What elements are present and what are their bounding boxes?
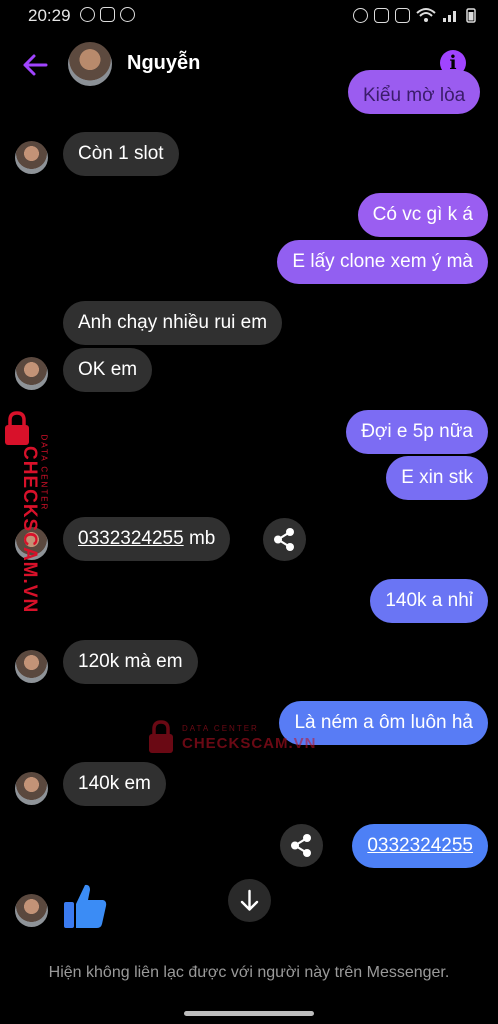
message-in[interactable]: 0332324255 mb [63, 517, 231, 561]
thumbs-up-icon[interactable] [62, 882, 108, 930]
sender-avatar [15, 650, 48, 683]
watermark-center: DATA CENTER CHECKSCAM.VN [148, 720, 318, 756]
share-button[interactable] [280, 824, 323, 867]
sender-avatar [15, 357, 48, 390]
message-in[interactable]: 120k mà em [63, 640, 198, 684]
wifi-icon [416, 8, 436, 22]
mute-icon [374, 7, 389, 23]
alarm-icon [353, 7, 368, 23]
message-out[interactable]: Kiểu mờ lòa [348, 70, 481, 114]
scroll-to-bottom-button[interactable] [228, 879, 271, 922]
sender-avatar [15, 894, 48, 927]
share-button[interactable] [263, 518, 306, 561]
message-out[interactable]: Đợi e 5p nữa [346, 410, 488, 454]
unavailable-notice: Hiện không liên lạc được với người này t… [48, 964, 450, 981]
messenger-notification-icon [120, 7, 135, 22]
status-bar: 20:29 [0, 0, 498, 32]
message-out[interactable]: Có vc gì k á [357, 193, 488, 237]
watermark-sub: DATA CENTER [39, 434, 49, 512]
phone-link[interactable]: 0332324255 [367, 835, 473, 856]
share-icon [274, 528, 294, 551]
battery-icon [466, 8, 476, 23]
notification-icons [80, 7, 135, 22]
watermark-brand: CHECKSCAM.VN [182, 735, 317, 752]
status-time: 20:29 [28, 6, 71, 25]
battery-saver-icon [395, 7, 410, 23]
share-icon [291, 834, 311, 857]
arrow-down-icon [240, 889, 259, 911]
contact-avatar[interactable] [68, 42, 112, 86]
watermark-brand: CHECKSCAM.VN [19, 446, 40, 614]
sender-avatar [15, 141, 48, 174]
message-in[interactable]: Anh chạy nhiều rui em [63, 301, 283, 345]
signal-icon [443, 11, 456, 22]
message-in[interactable]: OK em [63, 348, 153, 392]
home-indicator[interactable] [184, 1011, 314, 1016]
system-icons [353, 7, 476, 23]
message-in[interactable]: 140k em [63, 762, 166, 806]
message-out[interactable]: 140k a nhỉ [370, 579, 488, 623]
watermark-vertical: DATA CENTER CHECKSCAM.VN [4, 410, 56, 620]
message-out[interactable]: 0332324255 [352, 824, 488, 868]
message-out[interactable]: E xin stk [386, 456, 488, 500]
sender-avatar [15, 772, 48, 805]
watermark-sub: DATA CENTER [182, 724, 259, 733]
youtube-notification-icon [100, 7, 115, 22]
message-out[interactable]: E lấy clone xem ý mà [277, 240, 488, 284]
messenger-notification-icon [80, 7, 95, 22]
contact-name[interactable]: Nguyễn [127, 52, 200, 75]
phone-link[interactable]: 0332324255 [78, 528, 184, 549]
lock-logo-icon [5, 411, 29, 445]
lock-logo-icon [149, 720, 173, 753]
message-in[interactable]: Còn 1 slot [63, 132, 179, 176]
back-arrow-icon[interactable] [20, 50, 50, 80]
